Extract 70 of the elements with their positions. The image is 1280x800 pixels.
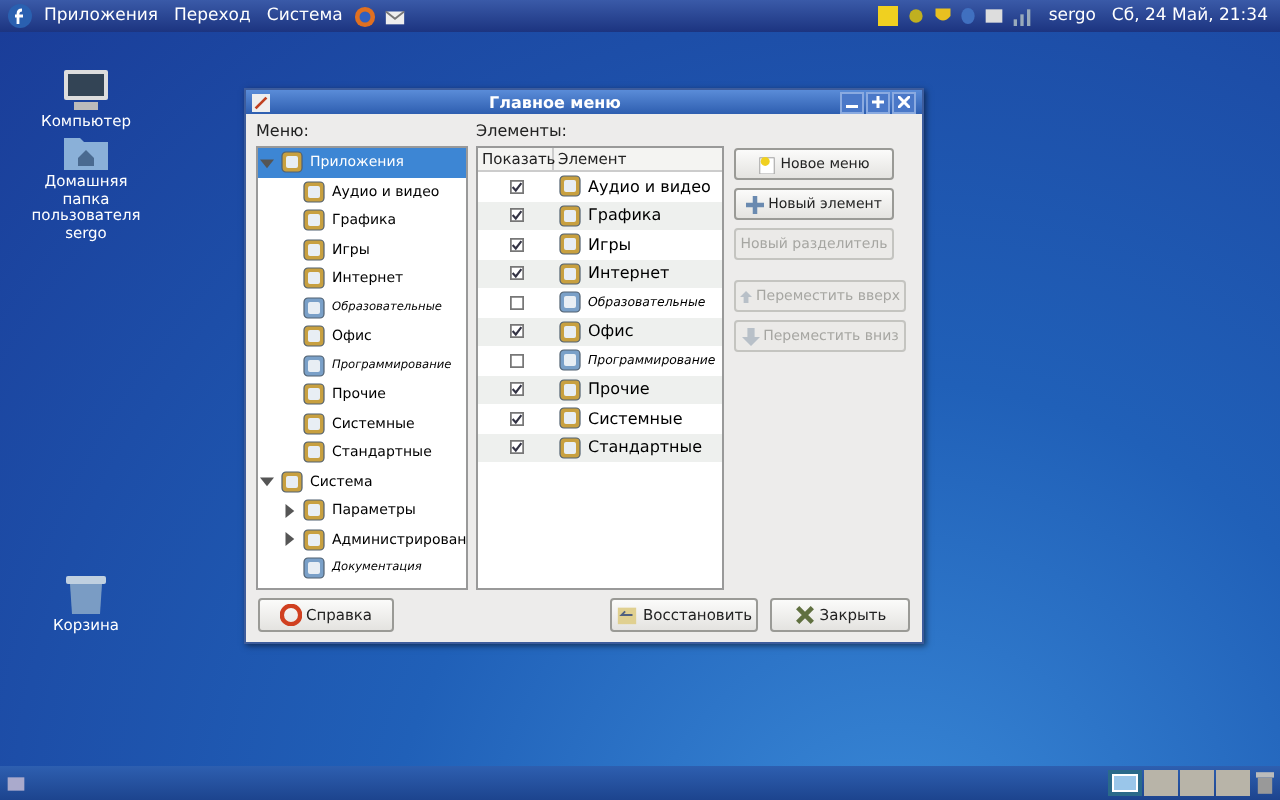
close-icon (898, 96, 910, 108)
category-icon (302, 324, 326, 349)
table-cell: Стандартные (588, 438, 703, 457)
window-title: Главное меню (487, 93, 623, 111)
menu-label: Меню: (256, 122, 311, 144)
category-icon (302, 498, 326, 523)
workspace[interactable] (1108, 770, 1142, 796)
table-cell: Аудио и видео (588, 177, 711, 196)
signal-icon (1012, 6, 1033, 26)
table-cell: Офис (588, 322, 634, 341)
category-icon (302, 440, 326, 465)
panel-menu[interactable]: Переход (170, 6, 255, 26)
checkbox[interactable] (509, 295, 523, 310)
close-button[interactable] (892, 91, 916, 113)
category-icon (280, 469, 304, 494)
items-label: Элементы: (476, 122, 569, 144)
checkbox[interactable] (509, 411, 523, 426)
sun-icon[interactable] (906, 6, 927, 26)
checkbox[interactable] (509, 266, 523, 281)
category-icon (302, 208, 326, 233)
lifebuoy-icon (279, 604, 302, 626)
table-cell: Графика (588, 206, 662, 225)
minimize-button[interactable] (840, 91, 864, 113)
down-arrow-icon (741, 327, 760, 345)
category-icon (302, 382, 326, 407)
category-icon (302, 179, 326, 204)
globe-icon[interactable] (354, 5, 377, 27)
maximize-button[interactable] (866, 91, 890, 113)
checkbox[interactable] (509, 382, 523, 397)
checkbox[interactable] (509, 179, 523, 194)
show-desktop-icon[interactable] (6, 773, 26, 793)
close-icon (793, 604, 816, 626)
category-icon (302, 353, 326, 378)
plus-icon (746, 195, 765, 213)
up-arrow-icon (740, 287, 753, 305)
checkbox[interactable] (509, 324, 523, 339)
checkbox[interactable] (509, 237, 523, 252)
checkbox[interactable] (509, 353, 523, 368)
category-icon (302, 556, 326, 581)
checkbox[interactable] (509, 440, 523, 455)
trash-icon[interactable] (1256, 772, 1274, 794)
user-name[interactable]: sergo (1048, 6, 1096, 26)
panel-menu[interactable]: Приложения (40, 6, 163, 26)
clock[interactable]: Сб, 24 Май, 21:34 (1111, 6, 1268, 26)
note-icon[interactable] (878, 6, 899, 26)
category-icon (302, 295, 326, 320)
table-cell: Игры (588, 235, 632, 254)
envelope-icon[interactable] (384, 5, 407, 27)
undo-icon (616, 604, 639, 626)
table-cell: Интернет (588, 264, 670, 283)
computer-icon[interactable] (62, 68, 110, 112)
collapsed-arrow-icon[interactable] (282, 532, 296, 547)
trash-icon[interactable] (64, 572, 108, 616)
plus-icon (872, 96, 884, 108)
table-cell: Прочие (588, 380, 650, 399)
page-icon (758, 155, 777, 173)
collapsed-arrow-icon[interactable] (282, 503, 296, 518)
category-icon (280, 150, 304, 175)
folder-icon[interactable] (62, 132, 110, 172)
edit-icon (252, 93, 270, 111)
category-icon (302, 266, 326, 291)
checkbox[interactable] (509, 208, 523, 223)
logo-icon[interactable] (8, 4, 32, 28)
table-cell: Системные (588, 409, 683, 428)
expanded-arrow-icon[interactable] (260, 474, 274, 489)
panel-menu[interactable]: Система (262, 6, 347, 26)
shield-icon[interactable] (934, 6, 953, 26)
category-icon (302, 527, 326, 552)
category-icon (302, 411, 326, 436)
category-icon (302, 237, 326, 262)
